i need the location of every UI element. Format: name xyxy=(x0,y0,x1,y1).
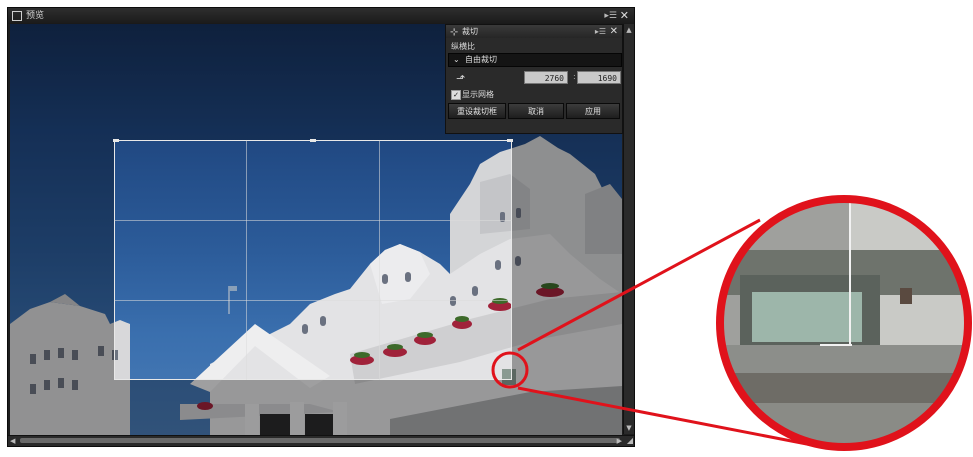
source-ring xyxy=(491,351,529,389)
zoom-callout xyxy=(491,195,972,451)
